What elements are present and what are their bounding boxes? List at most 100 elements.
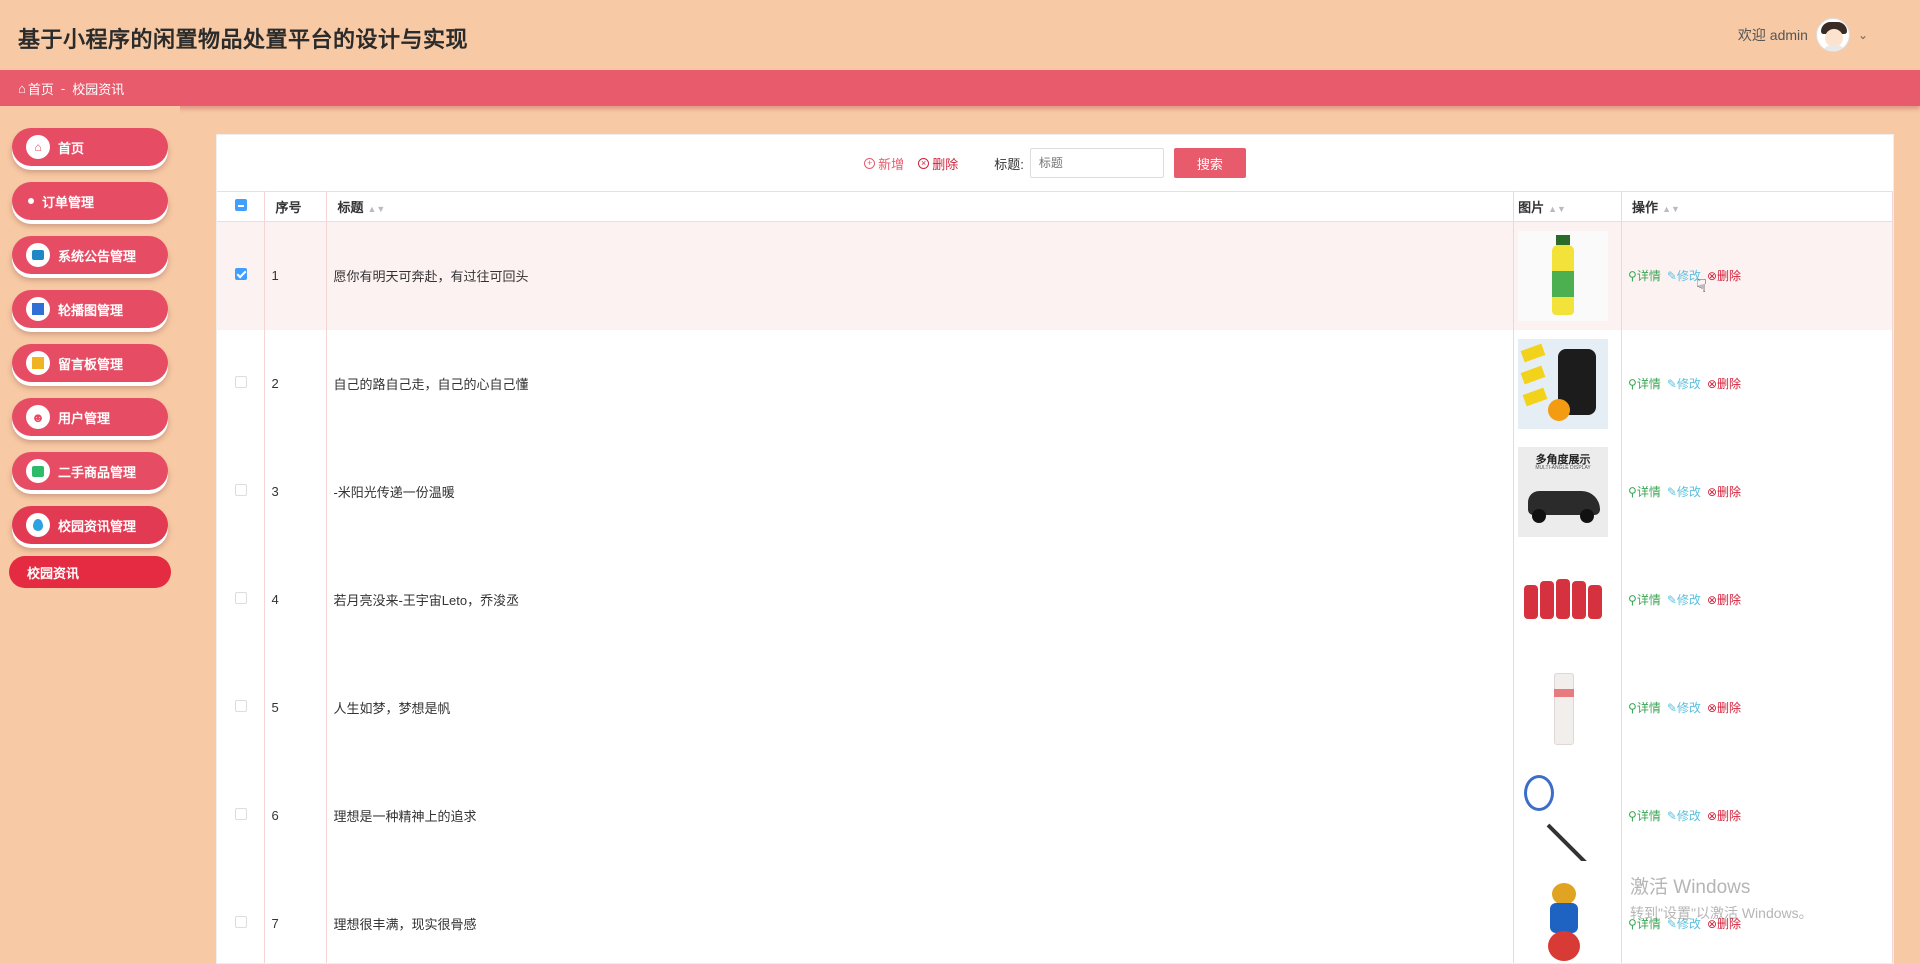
cell-image — [1513, 221, 1623, 330]
row-select-cell[interactable] — [217, 221, 266, 330]
detail-button[interactable]: ⚲详情 — [1628, 483, 1661, 500]
user-menu[interactable]: 欢迎 admin ⌄ — [1738, 18, 1868, 52]
row-select-cell[interactable] — [217, 545, 266, 654]
thumbnail-energy-drink — [1518, 338, 1609, 429]
search-button[interactable]: 搜索 — [1173, 148, 1246, 178]
cell-title: 愿你有明天可奔赴，有过往可回头 — [326, 221, 1515, 330]
edit-button[interactable]: ✎修改 — [1667, 591, 1701, 608]
row-checkbox[interactable] — [234, 376, 247, 388]
sidebar-item-label: 用户管理 — [58, 410, 111, 426]
plus-icon: + — [864, 157, 876, 169]
row-checkbox[interactable] — [234, 700, 247, 712]
home-icon[interactable]: ⌂ — [18, 81, 26, 96]
table-row[interactable]: 3 -米阳光传递一份温暖 多角度展示 MULTI-ANGLE DISPLAY ⚲… — [217, 437, 1893, 546]
row-select-cell[interactable] — [217, 653, 266, 762]
edit-button[interactable]: ✎修改 — [1667, 483, 1701, 500]
message-icon — [26, 351, 50, 375]
goods-icon — [26, 459, 50, 483]
table-row[interactable]: 4 若月亮没来-王宇宙Leto，乔浚丞 ⚲详情 ✎修改 ⊗删除 — [217, 545, 1893, 654]
delete-button[interactable]: ⊗删除 — [1707, 375, 1741, 392]
data-table: 序号 标题 ▲▼ 图片 ▲▼ 操作 ▲▼ 1 愿你有明天可奔赴，有过往可回头 ⚲… — [217, 191, 1893, 963]
row-checkbox[interactable] — [234, 916, 247, 928]
sidebar-item-label: 首页 — [58, 140, 85, 156]
edit-button[interactable]: ✎修改 — [1667, 807, 1701, 824]
search-input[interactable] — [1029, 148, 1164, 178]
row-checkbox[interactable] — [234, 808, 247, 820]
sidebar-subitem-campus-news[interactable]: 校园资讯 — [9, 556, 171, 588]
thumbnail-badminton-racket — [1518, 770, 1609, 861]
column-header-actions[interactable]: 操作 ▲▼ — [1621, 191, 1893, 222]
cell-image — [1513, 545, 1623, 654]
cell-title: 人生如梦，梦想是帆 — [326, 653, 1515, 762]
detail-button[interactable]: ⚲详情 — [1628, 591, 1661, 608]
welcome-text: 欢迎 admin — [1737, 27, 1808, 43]
cell-title: -米阳光传递一份温暖 — [326, 437, 1515, 546]
sort-icon[interactable]: ▲▼ — [1662, 204, 1680, 214]
hand-cursor-icon: ☟ — [1696, 276, 1707, 296]
sort-icon[interactable]: ▲▼ — [1548, 204, 1566, 214]
cell-actions: ⚲详情 ✎修改 ⊗删除 — [1621, 437, 1893, 546]
cell-index: 6 — [264, 761, 328, 870]
detail-button[interactable]: ⚲详情 — [1628, 267, 1661, 284]
top-header: 基于小程序的闲置物品处置平台的设计与实现 欢迎 admin ⌄ — [0, 0, 1920, 70]
cell-actions: ⚲详情 ✎修改 ⊗删除 — [1621, 545, 1893, 654]
delete-button[interactable]: ⊗删除 — [1707, 807, 1741, 824]
breadcrumb-home[interactable]: 首页 — [28, 79, 54, 98]
list-icon — [26, 243, 50, 267]
sidebar-item-messages[interactable]: 留言板管理 — [12, 344, 168, 382]
sidebar-item-label: 校园资讯管理 — [58, 518, 137, 534]
chevron-down-icon[interactable]: ⌄ — [1858, 28, 1868, 42]
row-checkbox[interactable] — [234, 592, 247, 604]
row-checkbox[interactable] — [234, 268, 247, 281]
cell-actions: ⚲详情 ✎修改 ⊗删除 — [1621, 761, 1893, 870]
sidebar-item-home[interactable]: ⌂ 首页 — [12, 128, 168, 166]
add-button[interactable]: + 新增 — [864, 154, 904, 173]
sidebar-item-goods[interactable]: 二手商品管理 — [12, 452, 168, 490]
batch-delete-button[interactable]: × 删除 — [918, 154, 958, 173]
sidebar-item-label: 系统公告管理 — [58, 248, 137, 264]
user-icon: ☻ — [26, 405, 50, 429]
cell-actions: ⚲详情 ✎修改 ⊗删除 — [1621, 221, 1893, 330]
grid-icon — [26, 297, 50, 321]
sidebar-item-announcements[interactable]: 系统公告管理 — [12, 236, 168, 274]
edit-button[interactable]: ✎修改 — [1667, 375, 1701, 392]
sidebar-item-users[interactable]: ☻ 用户管理 — [12, 398, 168, 436]
select-all-checkbox[interactable] — [234, 199, 247, 211]
select-all-header[interactable] — [217, 191, 266, 222]
thumbnail-drink-bottle — [1518, 230, 1609, 321]
row-checkbox[interactable] — [234, 484, 247, 496]
cell-index: 1 — [264, 221, 328, 330]
row-select-cell[interactable] — [217, 761, 266, 870]
sidebar-item-orders[interactable]: 订单管理 — [12, 182, 168, 220]
delete-button[interactable]: ⊗删除 — [1707, 483, 1741, 500]
detail-button[interactable]: ⚲详情 — [1628, 807, 1661, 824]
row-select-cell[interactable] — [217, 869, 266, 963]
table-row[interactable]: 1 愿你有明天可奔赴，有过往可回头 ⚲详情 ✎修改 ⊗删除 — [217, 221, 1893, 330]
table-row[interactable]: 5 人生如梦，梦想是帆 ⚲详情 ✎修改 ⊗删除 — [217, 653, 1893, 762]
cell-index: 4 — [264, 545, 328, 654]
sort-icon[interactable]: ▲▼ — [367, 204, 385, 214]
thumbnail-car-model: 多角度展示 MULTI-ANGLE DISPLAY — [1518, 446, 1609, 537]
sidebar-item-label: 二手商品管理 — [58, 464, 137, 480]
detail-button[interactable]: ⚲详情 — [1628, 699, 1661, 716]
sidebar-item-label: 轮播图管理 — [58, 302, 124, 318]
table-row[interactable]: 2 自己的路自己走，自己的心自己懂 ⚲详情 ✎修改 ⊗删除 — [217, 329, 1893, 438]
cell-title: 自己的路自己走，自己的心自己懂 — [326, 329, 1515, 438]
delete-button[interactable]: ⊗删除 — [1707, 267, 1741, 284]
avatar[interactable] — [1815, 18, 1850, 52]
sidebar-item-campus-news[interactable]: 校园资讯管理 — [12, 506, 168, 544]
column-header-image[interactable]: 图片 ▲▼ — [1513, 191, 1623, 222]
breadcrumb-current: 校园资讯 — [72, 81, 125, 97]
table-row[interactable]: 6 理想是一种精神上的追求 ⚲详情 ✎修改 ⊗删除 — [217, 761, 1893, 870]
app-title: 基于小程序的闲置物品处置平台的设计与实现 — [18, 27, 469, 52]
row-select-cell[interactable] — [217, 329, 266, 438]
cell-image — [1513, 869, 1623, 963]
column-header-title[interactable]: 标题 ▲▼ — [326, 191, 1515, 222]
delete-button[interactable]: ⊗删除 — [1707, 591, 1741, 608]
detail-button[interactable]: ⚲详情 — [1628, 375, 1661, 392]
edit-button[interactable]: ✎修改 — [1667, 699, 1701, 716]
sidebar-item-carousel[interactable]: 轮播图管理 — [12, 290, 168, 328]
cell-actions: ⚲详情 ✎修改 ⊗删除 — [1621, 653, 1893, 762]
delete-button[interactable]: ⊗删除 — [1707, 699, 1741, 716]
row-select-cell[interactable] — [217, 437, 266, 546]
